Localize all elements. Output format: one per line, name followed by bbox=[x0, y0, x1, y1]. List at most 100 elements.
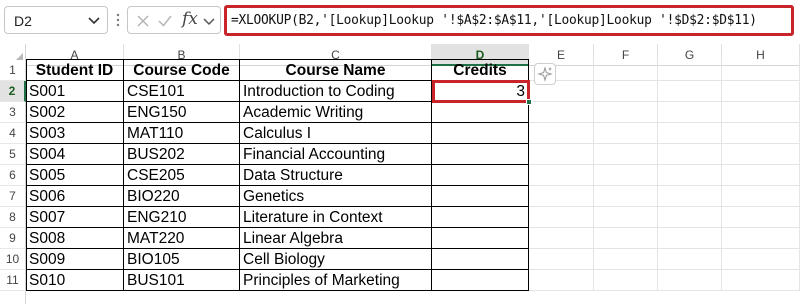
cell-c7[interactable]: Genetics bbox=[240, 186, 432, 207]
cell-g3[interactable] bbox=[658, 102, 722, 123]
cell-f3[interactable] bbox=[594, 102, 658, 123]
cell-b5[interactable]: BUS202 bbox=[124, 144, 240, 165]
cell-a8[interactable]: S007 bbox=[26, 207, 124, 228]
cell-g9[interactable] bbox=[658, 228, 722, 249]
cell-f1[interactable] bbox=[594, 60, 658, 81]
cell-a11[interactable]: S010 bbox=[26, 270, 124, 291]
cell-h10[interactable] bbox=[722, 249, 800, 270]
cell-c8[interactable]: Literature in Context bbox=[240, 207, 432, 228]
cell-c9[interactable]: Linear Algebra bbox=[240, 228, 432, 249]
cell-h11[interactable] bbox=[722, 270, 800, 291]
cell-c5[interactable]: Financial Accounting bbox=[240, 144, 432, 165]
cell-g1[interactable] bbox=[658, 60, 722, 81]
cell-b8[interactable]: ENG210 bbox=[124, 207, 240, 228]
row-header-7[interactable]: 7 bbox=[0, 186, 26, 207]
cell-e10[interactable] bbox=[529, 249, 594, 270]
cell-b3[interactable]: ENG150 bbox=[124, 102, 240, 123]
row-header-3[interactable]: 3 bbox=[0, 102, 26, 123]
cell-b6[interactable]: CSE205 bbox=[124, 165, 240, 186]
cell-a6[interactable]: S005 bbox=[26, 165, 124, 186]
cell-e7[interactable] bbox=[529, 186, 594, 207]
cell-c4[interactable]: Calculus I bbox=[240, 123, 432, 144]
cell-b11[interactable]: BUS101 bbox=[124, 270, 240, 291]
cell-g2[interactable] bbox=[658, 81, 722, 102]
cell-b10[interactable]: BIO105 bbox=[124, 249, 240, 270]
cell-c10[interactable]: Cell Biology bbox=[240, 249, 432, 270]
cell-g4[interactable] bbox=[658, 123, 722, 144]
row-header-2[interactable]: 2 bbox=[0, 81, 26, 102]
cell-a4[interactable]: S003 bbox=[26, 123, 124, 144]
cell-a7[interactable]: S006 bbox=[26, 186, 124, 207]
cell-e6[interactable] bbox=[529, 165, 594, 186]
cell-d6[interactable] bbox=[432, 165, 529, 186]
cell-a10[interactable]: S009 bbox=[26, 249, 124, 270]
cell-a9[interactable]: S008 bbox=[26, 228, 124, 249]
cell-f8[interactable] bbox=[594, 207, 658, 228]
fill-handle[interactable] bbox=[526, 99, 532, 105]
cell-h6[interactable] bbox=[722, 165, 800, 186]
cell-g7[interactable] bbox=[658, 186, 722, 207]
cell-c11[interactable]: Principles of Marketing bbox=[240, 270, 432, 291]
cell-d11[interactable] bbox=[432, 270, 529, 291]
chevron-down-icon[interactable] bbox=[200, 12, 218, 30]
cell-h9[interactable] bbox=[722, 228, 800, 249]
cell-d3[interactable] bbox=[432, 102, 529, 123]
cell-d7[interactable] bbox=[432, 186, 529, 207]
cell-g8[interactable] bbox=[658, 207, 722, 228]
cell-g10[interactable] bbox=[658, 249, 722, 270]
cell-c6[interactable]: Data Structure bbox=[240, 165, 432, 186]
cell-g6[interactable] bbox=[658, 165, 722, 186]
cell-h2[interactable] bbox=[722, 81, 800, 102]
formula-input[interactable]: =XLOOKUP(B2,'[Lookup]Lookup '!$A$2:$A$11… bbox=[224, 5, 794, 36]
cell-e5[interactable] bbox=[529, 144, 594, 165]
cell-g5[interactable] bbox=[658, 144, 722, 165]
cell-c3[interactable]: Academic Writing bbox=[240, 102, 432, 123]
cell-b1[interactable]: Course Code bbox=[124, 60, 240, 81]
cell-g11[interactable] bbox=[658, 270, 722, 291]
cell-f9[interactable] bbox=[594, 228, 658, 249]
cell-h4[interactable] bbox=[722, 123, 800, 144]
name-box[interactable]: D2 bbox=[4, 6, 108, 34]
cell-a1[interactable]: Student ID bbox=[26, 60, 124, 81]
insert-function-fx[interactable]: fx bbox=[182, 9, 198, 29]
cell-h1[interactable] bbox=[722, 60, 800, 81]
cell-c1[interactable]: Course Name bbox=[240, 60, 432, 81]
cell-e11[interactable] bbox=[529, 270, 594, 291]
row-header-12[interactable] bbox=[0, 291, 26, 304]
row-header-5[interactable]: 5 bbox=[0, 144, 26, 165]
cell-b9[interactable]: MAT220 bbox=[124, 228, 240, 249]
row-header-4[interactable]: 4 bbox=[0, 123, 26, 144]
cell-h3[interactable] bbox=[722, 102, 800, 123]
chevron-down-icon[interactable] bbox=[85, 11, 103, 29]
row-header-1[interactable]: 1 bbox=[0, 60, 26, 81]
copilot-sparkle-icon[interactable] bbox=[534, 63, 556, 85]
cell-h5[interactable] bbox=[722, 144, 800, 165]
cell-b7[interactable]: BIO220 bbox=[124, 186, 240, 207]
row-header-8[interactable]: 8 bbox=[0, 207, 26, 228]
enter-check-icon[interactable] bbox=[156, 12, 174, 30]
cell-e4[interactable] bbox=[529, 123, 594, 144]
cell-f11[interactable] bbox=[594, 270, 658, 291]
cell-d4[interactable] bbox=[432, 123, 529, 144]
cell-d1[interactable]: Credits bbox=[432, 60, 529, 81]
row-header-6[interactable]: 6 bbox=[0, 165, 26, 186]
cell-d10[interactable] bbox=[432, 249, 529, 270]
cell-b4[interactable]: MAT110 bbox=[124, 123, 240, 144]
cell-f4[interactable] bbox=[594, 123, 658, 144]
cell-h8[interactable] bbox=[722, 207, 800, 228]
row-header-9[interactable]: 9 bbox=[0, 228, 26, 249]
cell-h7[interactable] bbox=[722, 186, 800, 207]
cell-e9[interactable] bbox=[529, 228, 594, 249]
cell-e8[interactable] bbox=[529, 207, 594, 228]
cell-f2[interactable] bbox=[594, 81, 658, 102]
row-header-10[interactable]: 10 bbox=[0, 249, 26, 270]
row-header-11[interactable]: 11 bbox=[0, 270, 26, 291]
cell-f7[interactable] bbox=[594, 186, 658, 207]
cell-a5[interactable]: S004 bbox=[26, 144, 124, 165]
cell-f6[interactable] bbox=[594, 165, 658, 186]
cell-b2[interactable]: CSE101 bbox=[124, 81, 240, 102]
cell-a3[interactable]: S002 bbox=[26, 102, 124, 123]
cancel-x-icon[interactable] bbox=[134, 12, 152, 30]
cell-a2[interactable]: S001 bbox=[26, 81, 124, 102]
cell-f5[interactable] bbox=[594, 144, 658, 165]
